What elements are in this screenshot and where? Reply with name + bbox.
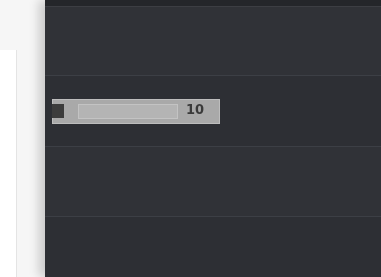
track-row[interactable]	[45, 7, 381, 75]
clip-value-bar[interactable]	[78, 104, 178, 119]
timeline-panel[interactable]	[45, 0, 381, 277]
track-divider	[45, 75, 381, 76]
clip-value-label: 10	[186, 103, 205, 118]
track-row[interactable]	[45, 147, 381, 216]
side-panel	[0, 50, 17, 277]
timeline-top-edge	[45, 0, 381, 7]
clip-drag-handle-icon[interactable]	[52, 104, 64, 118]
track-divider	[45, 216, 381, 217]
